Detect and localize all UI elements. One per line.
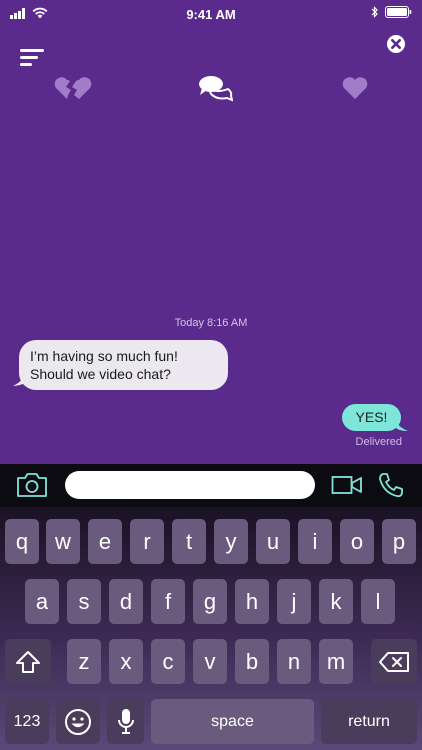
microphone-key[interactable] bbox=[107, 699, 144, 744]
phone-call-button[interactable] bbox=[377, 471, 405, 504]
key-s[interactable]: s bbox=[67, 579, 101, 624]
key-w[interactable]: w bbox=[46, 519, 80, 564]
video-icon bbox=[331, 476, 362, 494]
keyboard: q w e r t y u i o p a s d f g h j k l z … bbox=[0, 507, 422, 750]
key-f[interactable]: f bbox=[151, 579, 185, 624]
key-q[interactable]: q bbox=[5, 519, 39, 564]
key-e[interactable]: e bbox=[88, 519, 122, 564]
return-key[interactable]: return bbox=[321, 699, 417, 744]
incoming-message-bubble: I’m having so much fun! Should we video … bbox=[19, 340, 228, 390]
status-bar: 9:41 AM bbox=[0, 0, 422, 28]
shift-key[interactable] bbox=[5, 639, 51, 684]
key-c[interactable]: c bbox=[151, 639, 185, 684]
phone-icon bbox=[379, 473, 403, 498]
key-l[interactable]: l bbox=[361, 579, 395, 624]
shift-icon bbox=[16, 650, 40, 673]
emoji-icon bbox=[65, 708, 91, 735]
message-timestamp: Today 8:16 AM bbox=[174, 317, 248, 329]
nav-likes-tab[interactable] bbox=[341, 76, 369, 105]
key-i[interactable]: i bbox=[298, 519, 332, 564]
chat-bubbles-icon bbox=[199, 76, 234, 102]
key-g[interactable]: g bbox=[193, 579, 227, 624]
broken-heart-icon bbox=[54, 77, 92, 99]
key-v[interactable]: v bbox=[193, 639, 227, 684]
nav-chat-tab[interactable] bbox=[197, 74, 234, 107]
heart-icon bbox=[342, 77, 368, 99]
key-b[interactable]: b bbox=[235, 639, 269, 684]
close-icon bbox=[387, 35, 405, 53]
key-u[interactable]: u bbox=[256, 519, 290, 564]
emoji-key[interactable] bbox=[56, 699, 100, 744]
nav-matches-tab[interactable] bbox=[54, 76, 94, 105]
key-y[interactable]: y bbox=[214, 519, 248, 564]
key-o[interactable]: o bbox=[340, 519, 374, 564]
key-x[interactable]: x bbox=[109, 639, 143, 684]
key-k[interactable]: k bbox=[319, 579, 353, 624]
battery-icon bbox=[385, 6, 412, 18]
key-m[interactable]: m bbox=[319, 639, 353, 684]
key-j[interactable]: j bbox=[277, 579, 311, 624]
backspace-icon bbox=[379, 651, 409, 672]
key-r[interactable]: r bbox=[130, 519, 164, 564]
camera-button[interactable] bbox=[16, 472, 48, 503]
key-z[interactable]: z bbox=[67, 639, 101, 684]
microphone-icon bbox=[117, 708, 134, 734]
close-button[interactable] bbox=[386, 34, 406, 54]
key-p[interactable]: p bbox=[382, 519, 416, 564]
bluetooth-icon bbox=[371, 6, 378, 18]
menu-icon bbox=[20, 49, 44, 66]
space-key[interactable]: space bbox=[151, 699, 314, 744]
status-right bbox=[371, 6, 412, 18]
menu-button[interactable] bbox=[20, 48, 46, 68]
backspace-key[interactable] bbox=[371, 639, 417, 684]
message-input-bar bbox=[0, 464, 422, 507]
status-time: 9:41 AM bbox=[186, 7, 236, 22]
message-input[interactable] bbox=[65, 471, 315, 499]
key-d[interactable]: d bbox=[109, 579, 143, 624]
key-t[interactable]: t bbox=[172, 519, 206, 564]
key-a[interactable]: a bbox=[25, 579, 59, 624]
key-n[interactable]: n bbox=[277, 639, 311, 684]
outgoing-message-bubble: YES! bbox=[342, 404, 401, 431]
delivery-status: Delivered bbox=[355, 436, 402, 448]
key-h[interactable]: h bbox=[235, 579, 269, 624]
camera-icon bbox=[17, 473, 47, 497]
video-call-button[interactable] bbox=[331, 474, 363, 501]
numbers-key[interactable]: 123 bbox=[5, 699, 49, 744]
